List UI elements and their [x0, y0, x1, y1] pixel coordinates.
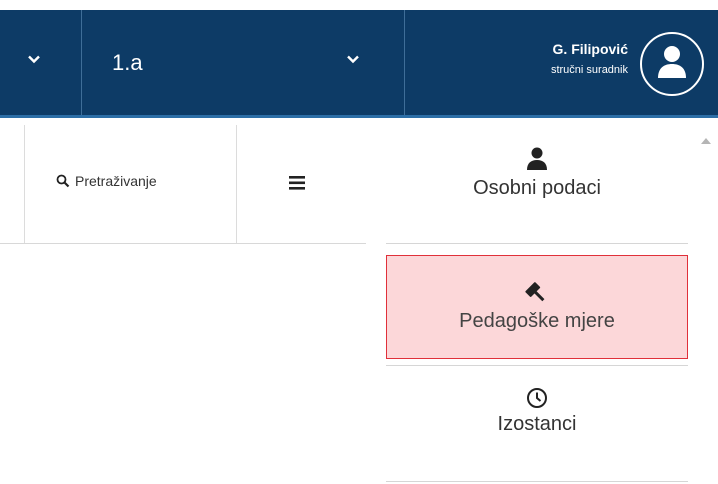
- side-menu-panel: Osobni podaci Pedagoške mjere Izostanci: [366, 125, 718, 484]
- search-button-label: Pretraživanje: [75, 173, 157, 189]
- side-menu-item-pedagoske-mjere[interactable]: Pedagoške mjere: [386, 255, 688, 359]
- person-icon: [527, 147, 547, 170]
- side-menu-item-label: Pedagoške mjere: [459, 310, 615, 332]
- topbar-divider: [81, 10, 82, 115]
- side-menu-item-izostanci[interactable]: Izostanci: [386, 387, 688, 467]
- chevron-down-icon[interactable]: [27, 52, 41, 66]
- user-info[interactable]: G. Filipović stručni suradnik: [551, 40, 628, 78]
- hamburger-icon: [289, 176, 305, 190]
- menu-button[interactable]: [289, 176, 305, 195]
- content-toolbar: Pretraživanje: [0, 125, 366, 244]
- menu-divider: [386, 243, 688, 244]
- user-role: stručni suradnik: [550, 64, 628, 76]
- side-menu-item-osobni-podaci[interactable]: Osobni podaci: [386, 147, 688, 242]
- side-menu-item-label: Izostanci: [497, 413, 577, 435]
- search-button[interactable]: Pretraživanje: [56, 173, 157, 189]
- topbar-divider: [404, 10, 405, 115]
- gavel-icon: [525, 282, 545, 302]
- search-icon: [56, 174, 70, 188]
- toolbar-divider: [236, 125, 237, 243]
- side-menu-item-label: Osobni podaci: [473, 177, 601, 199]
- menu-divider: [386, 481, 688, 482]
- menu-divider: [386, 365, 688, 366]
- clock-icon: [527, 388, 547, 408]
- class-selector-value: 1.a: [112, 50, 143, 75]
- avatar[interactable]: [640, 32, 704, 96]
- top-navigation-bar: 1.a G. Filipović stručni suradnik: [0, 10, 718, 118]
- user-name: G. Filipović: [552, 41, 628, 57]
- scroll-up-arrow-icon[interactable]: [701, 138, 711, 144]
- user-icon: [658, 46, 686, 78]
- toolbar-divider: [24, 125, 25, 243]
- chevron-down-icon[interactable]: [346, 52, 360, 66]
